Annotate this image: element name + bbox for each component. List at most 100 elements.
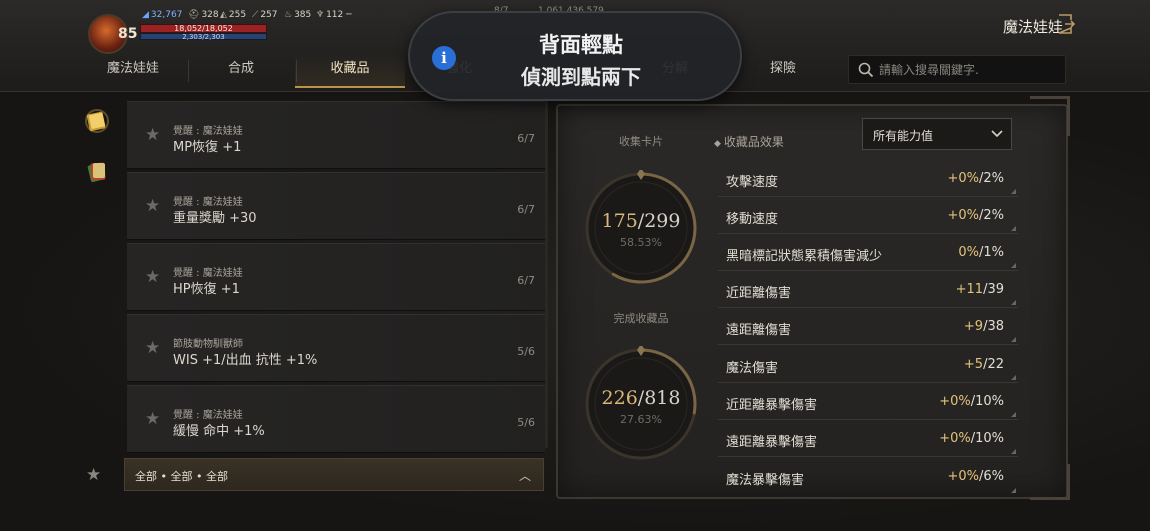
toast-subtitle: 偵測到點兩下: [521, 65, 641, 89]
effect-max: /2%: [978, 171, 1004, 186]
item-category: 覺醒 : 魔法娃娃: [173, 197, 243, 208]
boots-icon: ♨: [284, 10, 293, 20]
effect-value: +9/38: [964, 319, 1004, 334]
item-category: 覺醒 : 魔法娃娃: [173, 410, 243, 421]
stat-value: 385: [294, 10, 312, 20]
item-count: 6/7: [517, 274, 535, 287]
effect-value: +0%/10%: [939, 431, 1004, 446]
exit-icon[interactable]: [1057, 14, 1075, 34]
star-icon[interactable]: ★: [145, 196, 160, 216]
shield-icon: ◭: [220, 10, 227, 20]
effect-max: /1%: [978, 245, 1004, 260]
effect-current: +0%: [939, 431, 971, 446]
effect-current: +0%: [939, 394, 971, 409]
stat-shield: ◭ 255: [220, 10, 246, 20]
panel-frame-corner: [1030, 96, 1070, 136]
search-input[interactable]: [879, 60, 1059, 80]
tab-magic-doll[interactable]: 魔法娃娃: [78, 54, 188, 88]
item-category: 覺醒 : 魔法娃娃: [173, 268, 243, 279]
effects-title: ◆ 收藏品效果: [714, 133, 784, 150]
chevron-down-icon: [991, 130, 1003, 138]
cards-current: 175: [601, 210, 638, 232]
complete-label: 完成收藏品: [613, 312, 669, 325]
favorite-filter-star-icon[interactable]: ★: [86, 465, 101, 485]
corner-tick-icon: [1011, 226, 1016, 231]
cards-count: 175/299: [581, 210, 701, 232]
effect-name: 移動速度: [726, 212, 779, 227]
mp-text: 2,303/2,303: [182, 33, 225, 41]
search-box[interactable]: [848, 55, 1066, 84]
effect-max: /2%: [978, 208, 1004, 223]
effect-current: +0%: [947, 208, 979, 223]
stat-value: 328: [201, 10, 219, 20]
blue-gem-icon: ◢: [142, 10, 149, 20]
list-scrollbar[interactable]: [545, 98, 548, 448]
effect-value: +0%/10%: [939, 394, 1004, 409]
list-item[interactable]: ★ 覺醒 : 魔法娃娃 緩慢 命中 +1% 5/6: [127, 385, 545, 453]
star-icon[interactable]: ★: [145, 409, 160, 429]
effect-value: +0%/2%: [947, 171, 1004, 186]
effect-name: 遠距離暴擊傷害: [726, 435, 818, 450]
effect-name: 近距離傷害: [726, 286, 792, 301]
effect-name: 遠距離傷害: [726, 323, 792, 338]
helmet-icon: ⛑: [188, 10, 200, 20]
effects-title-text: 收藏品效果: [723, 135, 784, 149]
sword-icon: ⟋: [252, 10, 259, 20]
corner-tick-icon: [1011, 189, 1016, 194]
list-item[interactable]: ★ 節肢動物馴獸師 WIS +1/出血 抗性 +1% 5/6: [127, 314, 545, 382]
dropdown-value: 所有能力值: [873, 129, 934, 143]
filter-text: 全部 • 全部 • 全部: [135, 470, 228, 483]
mp-bar: 2,303/2,303: [140, 33, 267, 41]
list-item[interactable]: ★ 覺醒 : 魔法娃娃 MP恢復 +1 6/7: [127, 101, 545, 169]
item-count: 6/7: [517, 132, 535, 145]
complete-total: /818: [637, 387, 681, 409]
effect-current: +11: [955, 282, 984, 297]
item-category: 覺醒 : 魔法娃娃: [173, 126, 243, 137]
tab-explore[interactable]: 探險: [728, 54, 838, 88]
corner-tick-icon: [1011, 337, 1016, 342]
card-deck-icon[interactable]: [84, 158, 110, 184]
collection-book-icon[interactable]: [84, 108, 110, 134]
item-effect: 重量獎勵 +30: [173, 211, 257, 226]
tab-collection[interactable]: 收藏品: [295, 54, 405, 88]
player-level: 85: [118, 26, 138, 42]
effect-row: 遠距離傷害 +9/38: [718, 308, 1018, 345]
list-item[interactable]: ★ 覺醒 : 魔法娃娃 重量獎勵 +30 6/7: [127, 172, 545, 240]
effect-max: /10%: [970, 431, 1004, 446]
effect-name: 攻擊速度: [726, 175, 779, 190]
stat-value: 255: [228, 10, 247, 20]
chevron-up-icon[interactable]: ︿: [519, 467, 531, 484]
filter-bar[interactable]: 全部 • 全部 • 全部 ︿: [124, 458, 544, 491]
item-count: 5/6: [517, 345, 535, 358]
corner-tick-icon: [1011, 375, 1016, 380]
stat-value: 112: [326, 10, 344, 20]
effect-current: +0%: [947, 469, 979, 484]
effect-row: 魔法傷害 +5/22: [718, 346, 1018, 383]
stat-blue-gem: ◢ 32,767: [142, 10, 182, 20]
cards-percent: 58.53%: [620, 236, 662, 249]
effect-row: 近距離傷害 +11/39: [718, 271, 1018, 308]
effect-value: +5/22: [964, 357, 1004, 372]
tab-synthesis[interactable]: 合成: [186, 54, 296, 88]
username: 魔法娃娃: [1002, 18, 1063, 36]
trophy-icon: ♆: [316, 10, 325, 20]
effect-name: 魔法傷害: [726, 361, 779, 376]
effect-current: +0%: [947, 171, 979, 186]
effect-max: /10%: [970, 394, 1004, 409]
effect-row: 黑暗標記狀態累積傷害減少 0%/1%: [718, 234, 1018, 271]
toast-title: 背面輕點: [539, 33, 623, 57]
item-category: 節肢動物馴獸師: [173, 339, 243, 350]
star-icon[interactable]: ★: [145, 267, 160, 287]
item-effect: WIS +1/出血 抗性 +1%: [173, 353, 318, 368]
star-icon[interactable]: ★: [145, 125, 160, 145]
star-icon[interactable]: ★: [145, 338, 160, 358]
stat-value: 32,767: [150, 10, 183, 20]
effect-max: /39: [983, 282, 1004, 297]
corner-tick-icon: [1011, 449, 1016, 454]
item-count: 5/6: [517, 416, 535, 429]
item-count: 6/7: [517, 203, 535, 216]
item-effect: 緩慢 命中 +1%: [173, 424, 265, 439]
effect-value: +0%/6%: [947, 469, 1004, 484]
list-item[interactable]: ★ 覺醒 : 魔法娃娃 HP恢復 +1 6/7: [127, 243, 545, 311]
stat-filter-dropdown[interactable]: 所有能力值: [862, 118, 1012, 150]
